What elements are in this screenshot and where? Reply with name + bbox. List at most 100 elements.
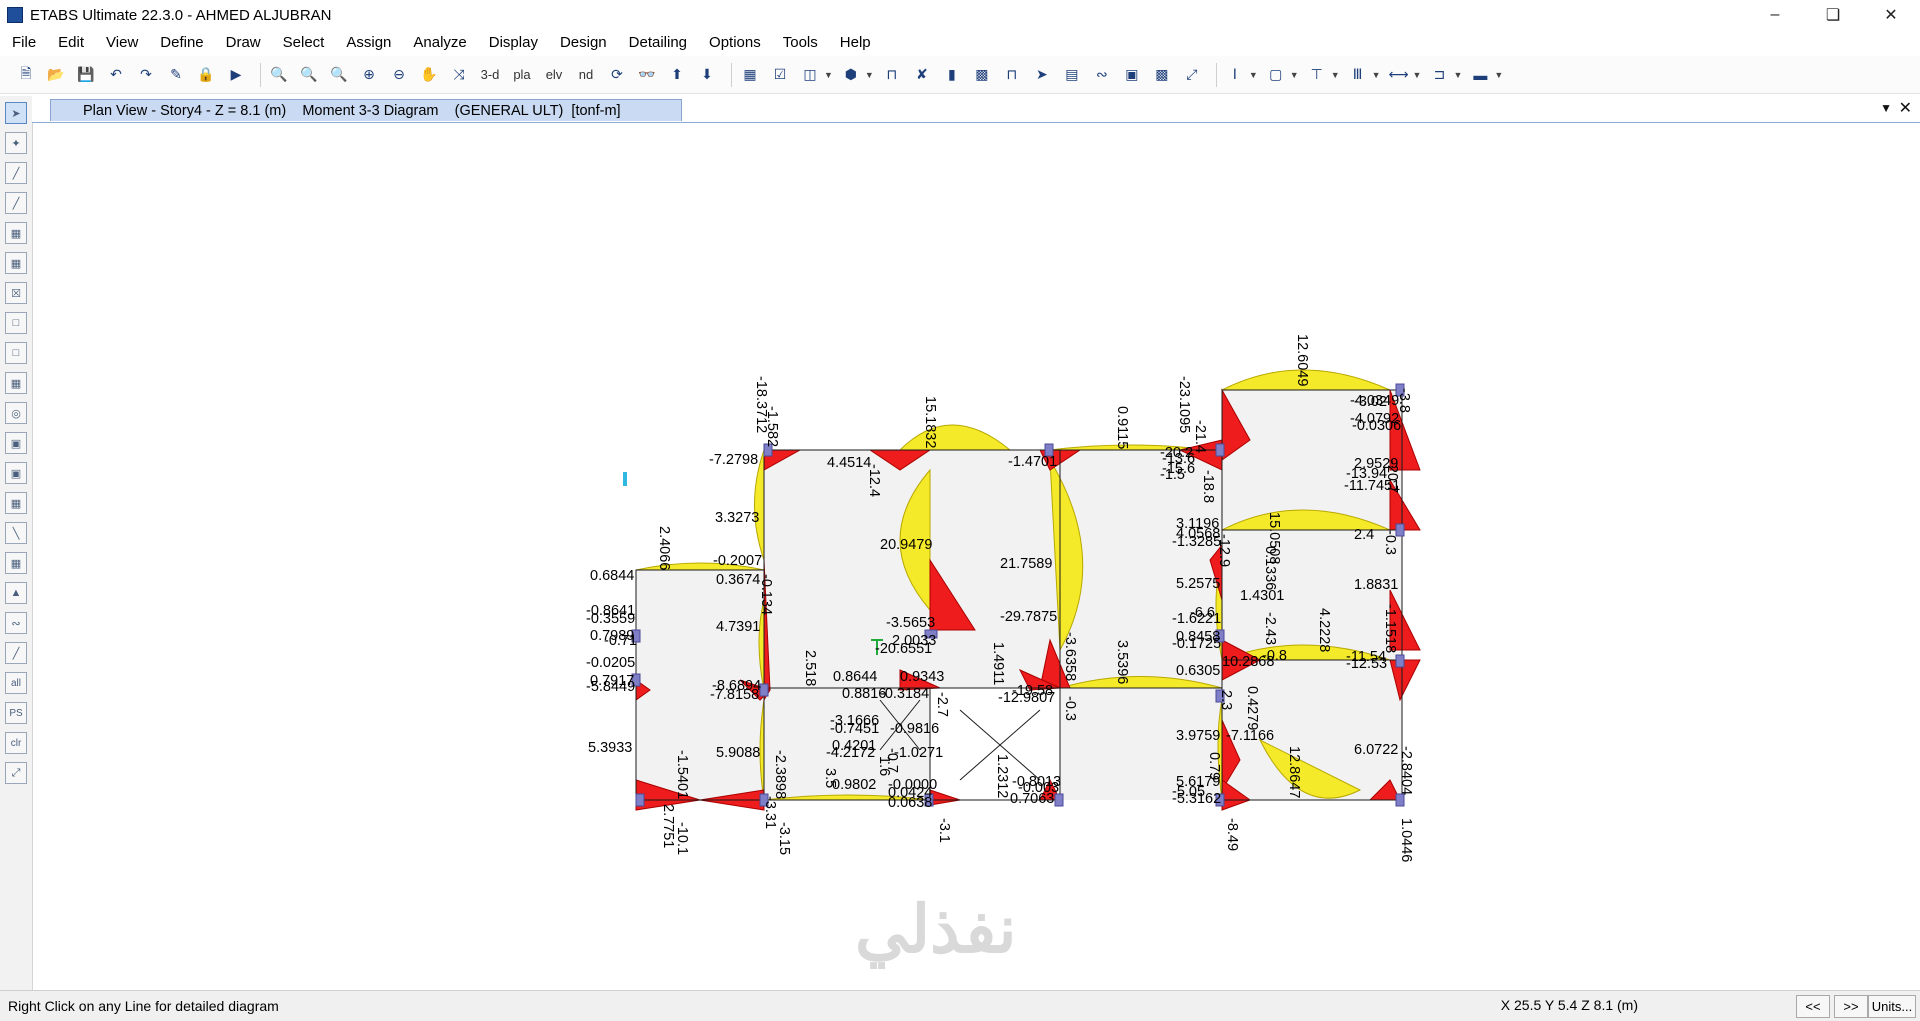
pan-icon[interactable]: ✋: [417, 63, 441, 87]
dropdown-arrow-icon[interactable]: ▼: [1372, 70, 1381, 80]
draw-brace-icon[interactable]: ☒: [5, 282, 27, 304]
plan-view-tab[interactable]: Plan View - Story4 - Z = 8.1 (m) Moment …: [50, 99, 682, 121]
joint-reaction-icon[interactable]: ➤: [1030, 63, 1054, 87]
menu-help[interactable]: Help: [828, 30, 881, 56]
reshape-icon[interactable]: ✦: [5, 132, 27, 154]
object-shrink-icon[interactable]: ▦: [738, 63, 762, 87]
rubber-band-icon[interactable]: ⤨: [447, 63, 471, 87]
draw-link-icon[interactable]: ╲: [5, 522, 27, 544]
menu-design[interactable]: Design: [548, 30, 617, 56]
draw-wall-opening-icon[interactable]: ▦: [5, 492, 27, 514]
menu-define[interactable]: Define: [148, 30, 213, 56]
shell-forces-icon[interactable]: ▩: [970, 63, 994, 87]
menu-draw[interactable]: Draw: [214, 30, 271, 56]
tab-dropdown-icon[interactable]: ▼: [1880, 101, 1892, 115]
story-response-icon[interactable]: ⊓: [1000, 63, 1024, 87]
dropdown-arrow-icon[interactable]: ▼: [824, 70, 833, 80]
lock-icon[interactable]: 🔒: [194, 63, 218, 87]
move-up-icon[interactable]: ⬆: [665, 63, 689, 87]
dropdown-arrow-icon[interactable]: ▼: [1331, 70, 1340, 80]
draw-dimension-icon[interactable]: ╱: [5, 642, 27, 664]
draw-beam-icon[interactable]: ╱: [5, 192, 27, 214]
force-diagram-icon[interactable]: ▮: [940, 63, 964, 87]
view-elevation-button[interactable]: elv: [541, 63, 567, 87]
view-nd-button[interactable]: nd: [573, 63, 599, 87]
link-section-icon[interactable]: ▬: [1468, 63, 1492, 87]
dropdown-arrow-icon[interactable]: ▼: [1290, 70, 1299, 80]
zoom-restore-icon[interactable]: 🔍: [297, 63, 321, 87]
menu-edit[interactable]: Edit: [46, 30, 94, 56]
draw-line-icon[interactable]: ╱: [5, 162, 27, 184]
dropdown-arrow-icon[interactable]: ▼: [865, 70, 874, 80]
menu-options[interactable]: Options: [697, 30, 771, 56]
previous-story-button[interactable]: <<: [1796, 995, 1830, 1018]
zoom-window-icon[interactable]: 🔍: [267, 63, 291, 87]
restore-button[interactable]: ❏: [1804, 0, 1862, 30]
rotate-icon[interactable]: ⟳: [605, 63, 629, 87]
view-3d-button[interactable]: 3-d: [477, 63, 503, 87]
move-down-icon[interactable]: ⬇: [695, 63, 719, 87]
open-icon[interactable]: 📂: [44, 63, 68, 87]
run-analysis-icon[interactable]: ▶: [224, 63, 248, 87]
draw-wall-stack-icon[interactable]: ▣: [5, 432, 27, 454]
frame-icon[interactable]: ⊓: [880, 63, 904, 87]
dropdown-arrow-icon[interactable]: ▼: [1413, 70, 1422, 80]
undo-icon[interactable]: ↶: [104, 63, 128, 87]
dropdown-arrow-icon[interactable]: ▼: [1249, 70, 1258, 80]
pointer-select-icon[interactable]: ➤: [5, 102, 27, 124]
minimize-button[interactable]: –: [1746, 0, 1804, 30]
column-section-icon[interactable]: Ⅲ: [1346, 63, 1370, 87]
display-options-icon[interactable]: ◫: [798, 63, 822, 87]
zoom-in-icon[interactable]: ⊕: [357, 63, 381, 87]
redo-icon[interactable]: ↷: [134, 63, 158, 87]
draw-rect-floor-icon[interactable]: □: [5, 342, 27, 364]
extrude-icon[interactable]: ⬢: [839, 63, 863, 87]
save-icon[interactable]: 💾: [74, 63, 98, 87]
tee-section-icon[interactable]: ⊤: [1305, 63, 1329, 87]
zoom-all-icon[interactable]: 🔍: [327, 63, 351, 87]
draw-wall-icon[interactable]: ▦: [5, 372, 27, 394]
slab-icon[interactable]: ▤: [1060, 63, 1084, 87]
draw-tendon-icon[interactable]: ▲: [5, 582, 27, 604]
move-joint-icon[interactable]: ⤢: [1180, 63, 1204, 87]
units-button[interactable]: Units...: [1868, 995, 1916, 1018]
draw-floor-icon[interactable]: □: [5, 312, 27, 334]
check-icon[interactable]: ☑: [768, 63, 792, 87]
dropdown-arrow-icon[interactable]: ▼: [1494, 70, 1503, 80]
menu-tools[interactable]: Tools: [771, 30, 828, 56]
deck-icon[interactable]: ▩: [1150, 63, 1174, 87]
channel-section-icon[interactable]: ⊐: [1427, 63, 1451, 87]
menu-detailing[interactable]: Detailing: [617, 30, 697, 56]
area-section-icon[interactable]: ▢: [1264, 63, 1288, 87]
draw-rect-wall-icon[interactable]: ▣: [5, 462, 27, 484]
draw-secondary-beam-icon[interactable]: ▦: [5, 252, 27, 274]
moment-diagram-svg[interactable]: -7.2798 4.4514 3.3273 20.9479 21.7589 -1.4701…: [33, 123, 1920, 989]
menu-select[interactable]: Select: [271, 30, 335, 56]
clear-selection-icon[interactable]: clr: [5, 732, 27, 754]
next-story-button[interactable]: >>: [1834, 995, 1868, 1018]
zoom-out-icon[interactable]: ⊖: [387, 63, 411, 87]
model-view-canvas[interactable]: -7.2798 4.4514 3.3273 20.9479 21.7589 -1.4701…: [33, 123, 1920, 989]
select-all-icon[interactable]: all: [5, 672, 27, 694]
close-button[interactable]: ✕: [1862, 0, 1920, 30]
view-plan-button[interactable]: pla: [509, 63, 535, 87]
brace-section-icon[interactable]: ⟷: [1387, 63, 1411, 87]
menu-file[interactable]: File: [0, 30, 46, 56]
draw-opening-icon[interactable]: ◎: [5, 402, 27, 424]
draw-wave-icon[interactable]: ∾: [5, 612, 27, 634]
snap-icon[interactable]: ⤢: [5, 762, 27, 784]
pencil-icon[interactable]: ✎: [164, 63, 188, 87]
beam-section-icon[interactable]: Ⅰ: [1223, 63, 1247, 87]
draw-grid-icon[interactable]: ▦: [5, 552, 27, 574]
mode-shape-icon[interactable]: ∾: [1090, 63, 1114, 87]
draw-column-icon[interactable]: ▦: [5, 222, 27, 244]
perspective-glasses-icon[interactable]: 👓: [635, 63, 659, 87]
menu-assign[interactable]: Assign: [334, 30, 401, 56]
select-previous-icon[interactable]: PS: [5, 702, 27, 724]
deformed-shape-icon[interactable]: ✘: [910, 63, 934, 87]
menu-analyze[interactable]: Analyze: [401, 30, 476, 56]
design-icon[interactable]: ▣: [1120, 63, 1144, 87]
tab-close-icon[interactable]: ✕: [1899, 98, 1912, 118]
menu-view[interactable]: View: [94, 30, 148, 56]
new-model-icon[interactable]: 🗎: [14, 63, 38, 87]
